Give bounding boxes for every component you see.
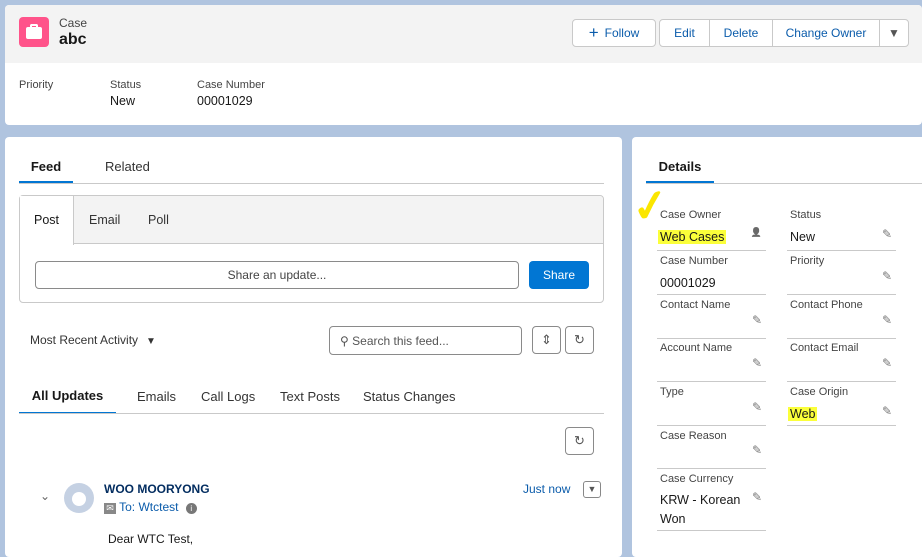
field-value: New [790, 230, 816, 244]
delete-button[interactable]: Delete [709, 19, 773, 47]
field-label: Contact Phone [790, 299, 863, 311]
publisher-tab-post[interactable]: Post [20, 196, 74, 245]
feed-item-timestamp[interactable]: Just now [523, 482, 570, 496]
change-owner-icon[interactable]: 👤 [751, 227, 762, 238]
field-label: Priority [790, 255, 825, 267]
field-case-origin: Case Origin Web ✎ [787, 386, 896, 426]
pencil-icon[interactable]: ✎ [882, 269, 892, 283]
briefcase-icon [19, 17, 49, 47]
tab-related[interactable]: Related [105, 159, 150, 174]
feed-item-menu-button[interactable]: ▼ [583, 481, 601, 498]
highlight-status-value: New [110, 94, 136, 108]
field-label: Case Currency [660, 473, 734, 485]
field-label: Account Name [660, 342, 733, 354]
field-value: 00001029 [660, 276, 716, 290]
feed-item-author[interactable]: WOO MOORYONG [104, 482, 210, 496]
publisher-tab-poll[interactable]: Poll [148, 213, 169, 227]
field-contact-phone: Contact Phone ✎ [787, 299, 896, 339]
pencil-icon[interactable]: ✎ [882, 313, 892, 327]
field-case-currency: Case Currency KRW - Korean Won ✎ [657, 473, 766, 531]
expand-chevron-icon[interactable]: ⌄ [40, 489, 50, 503]
highlight-status-label: Status [110, 79, 142, 91]
pencil-icon[interactable]: ✎ [752, 400, 762, 414]
filter-tab-emails[interactable]: Emails [137, 389, 176, 404]
edit-button[interactable]: Edit [659, 19, 710, 47]
pencil-icon[interactable]: ✎ [882, 404, 892, 418]
field-case-owner: Case Owner Web Cases 👤 [657, 209, 766, 251]
field-label: Case Owner [660, 209, 722, 221]
filter-tab-status-changes[interactable]: Status Changes [363, 389, 456, 404]
refresh-icon[interactable]: ↻ [565, 427, 594, 455]
feed-search-input[interactable]: ⚲ Search this feed... [329, 326, 522, 355]
publisher: Post Email Poll Share an update... Share [19, 195, 604, 303]
field-account-name: Account Name ✎ [657, 342, 766, 382]
feed-item-body: Dear WTC Test, [108, 532, 194, 546]
field-label: Case Origin [790, 386, 849, 398]
highlight-case-number-label: Case Number [197, 79, 265, 91]
pencil-icon[interactable]: ✎ [752, 356, 762, 370]
field-label: Type [660, 386, 684, 398]
field-type: Type ✎ [657, 386, 766, 426]
publisher-tab-email[interactable]: Email [89, 213, 120, 227]
pencil-icon[interactable]: ✎ [752, 313, 762, 327]
pencil-icon[interactable]: ✎ [752, 490, 762, 504]
filter-tab-call-logs[interactable]: Call Logs [201, 389, 255, 404]
field-case-reason: Case Reason ✎ [657, 430, 766, 469]
field-value: Web [788, 407, 818, 421]
field-contact-name: Contact Name ✎ [657, 299, 766, 339]
email-icon: ✉ [104, 503, 116, 514]
collapse-icon[interactable]: ⇕ [532, 326, 561, 354]
change-owner-button[interactable]: Change Owner [772, 19, 880, 47]
field-label: Case Reason [660, 430, 727, 442]
sort-dropdown[interactable]: Most Recent Activity ▼ [30, 333, 156, 347]
pencil-icon[interactable]: ✎ [882, 356, 892, 370]
field-value: KRW - Korean Won [660, 493, 741, 526]
search-icon: ⚲ [340, 334, 349, 348]
field-label: Status [790, 209, 822, 221]
field-status: Status New ✎ [787, 209, 896, 251]
field-priority: Priority ✎ [787, 255, 896, 295]
info-icon[interactable]: i [185, 503, 197, 514]
object-label: Case [59, 16, 88, 30]
feed-panel: Feed Related Post Email Poll Share an up… [5, 137, 622, 557]
share-button[interactable]: Share [529, 261, 589, 289]
record-title: abc [59, 31, 87, 48]
filter-tab-all-updates[interactable]: All Updates [19, 388, 116, 414]
avatar [64, 483, 94, 513]
follow-button[interactable]: + Follow [572, 19, 656, 47]
filter-tab-text-posts[interactable]: Text Posts [280, 389, 340, 404]
tab-feed[interactable]: Feed [19, 159, 73, 184]
field-label: Contact Email [790, 342, 859, 354]
refresh-icon[interactable]: ↻ [565, 326, 594, 354]
field-case-number: Case Number 00001029 [657, 255, 766, 295]
record-header: Case abc + Follow Edit Delete Change Owne… [5, 5, 922, 125]
field-value: Web Cases [658, 230, 727, 244]
highlight-priority-label: Priority [19, 79, 54, 91]
feed-item-recipient[interactable]: To: Wtctest [119, 500, 178, 514]
field-label: Contact Name [660, 299, 731, 311]
highlight-case-number-value: 00001029 [197, 94, 253, 108]
field-label: Case Number [660, 255, 728, 267]
field-contact-email: Contact Email ✎ [787, 342, 896, 382]
more-actions-button[interactable]: ▼ [879, 19, 909, 47]
pencil-icon[interactable]: ✎ [752, 443, 762, 457]
pencil-icon[interactable]: ✎ [882, 227, 892, 241]
share-update-input[interactable]: Share an update... [35, 261, 519, 289]
